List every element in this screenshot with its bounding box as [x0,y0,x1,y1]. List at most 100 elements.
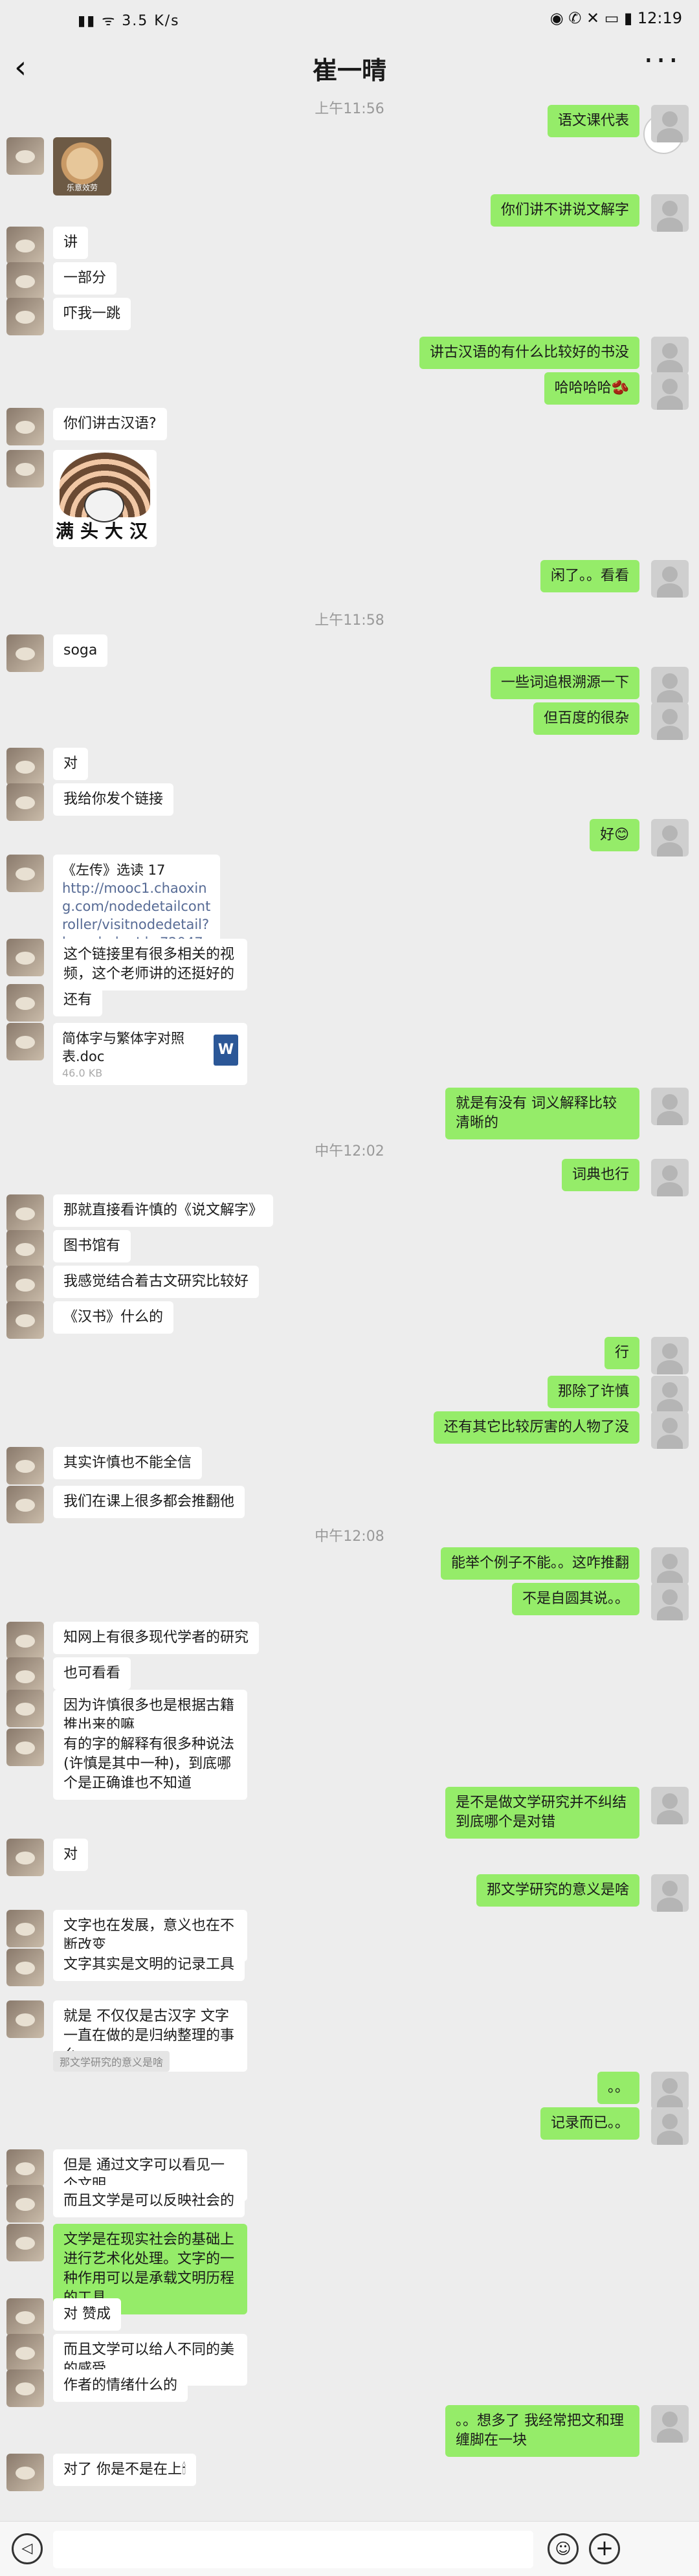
contact-avatar[interactable] [6,1949,44,1986]
contact-avatar[interactable] [6,1447,44,1484]
contact-avatar[interactable] [6,1230,44,1268]
more-dots-icon[interactable]: ··· [643,43,681,79]
contact-avatar[interactable] [6,1690,44,1727]
message-bubble[interactable]: 我感觉结合着古文研究比较好 [53,1266,260,1298]
contact-avatar[interactable] [6,1301,44,1339]
message-bubble[interactable]: 图书馆有 [53,1230,131,1262]
message-bubble[interactable]: 那除了许慎 [547,1376,639,1408]
message-bubble[interactable]: 一部分 [53,262,117,295]
message-bubble[interactable]: 还有 [53,984,103,1016]
contact-avatar[interactable] [6,1023,44,1060]
contact-avatar[interactable] [6,1486,44,1523]
message-bubble[interactable]: 知网上有很多现代学者的研究 [53,1622,260,1654]
message-bubble[interactable]: 那就直接看许慎的《说文解字》 [53,1194,274,1227]
message-bubble[interactable]: 。。 [597,2072,639,2104]
emoji-icon[interactable]: ☺ [548,2533,579,2564]
contact-avatar[interactable] [6,227,44,264]
message-bubble[interactable]: 语文课代表 [547,105,639,137]
message-bubble[interactable]: 是不是做文学研究并不纠结到底哪个是对错 [445,1787,639,1839]
message-bubble[interactable]: 对 赞成 [53,2298,121,2331]
my-avatar[interactable] [651,194,689,232]
my-avatar[interactable] [651,1159,689,1196]
my-avatar[interactable] [651,105,689,142]
sticker-image[interactable]: 满头大汉 [53,450,157,547]
contact-avatar[interactable] [6,298,44,335]
message-bubble[interactable]: 。。想多了 我经常把文和理缠脚在一块 [445,2405,639,2457]
message-bubble[interactable]: 就是有没有 词义解释比较清晰的 [445,1088,639,1139]
contact-avatar[interactable] [6,2369,44,2407]
my-avatar[interactable] [651,372,689,410]
contact-avatar[interactable] [6,2454,44,2491]
message-bubble[interactable]: 还有其它比较厉害的人物了没 [433,1411,639,1444]
my-avatar[interactable] [651,1337,689,1374]
my-avatar[interactable] [651,1376,689,1413]
contact-avatar[interactable] [6,1622,44,1659]
my-avatar[interactable] [651,2107,689,2145]
message-bubble[interactable]: 讲 [53,227,89,259]
message-bubble[interactable]: 你们讲古汉语? [53,408,167,440]
contact-avatar[interactable] [6,939,44,976]
message-bubble[interactable]: 也可看看 [53,1657,131,1690]
my-avatar[interactable] [651,1787,689,1824]
contact-avatar[interactable] [6,748,44,785]
my-avatar[interactable] [651,1411,689,1449]
my-avatar[interactable] [651,702,689,740]
contact-avatar[interactable] [6,2000,44,2038]
message-bubble[interactable]: 一些词追根溯源一下 [490,667,639,699]
contact-avatar[interactable] [6,450,44,487]
contact-avatar[interactable] [6,2334,44,2371]
message-bubble[interactable]: 那文学研究的意义是啥 [476,1874,639,1907]
contact-avatar[interactable] [6,2185,44,2223]
message-bubble[interactable]: 吓我一跳 [53,298,131,330]
message-bubble[interactable]: 哈哈哈哈🫘 [544,372,639,405]
message-bubble[interactable]: 对了 你是不是在上🕯 [53,2454,197,2486]
sticker-image[interactable]: 乐意效劳 [53,137,111,196]
message-bubble[interactable]: 这个链接里有很多相关的视频，这个老师讲的还挺好的 [53,939,247,991]
contact-avatar[interactable] [6,1266,44,1303]
message-bubble[interactable]: 好😊 [590,819,639,851]
my-avatar[interactable] [651,667,689,704]
message-bubble[interactable]: 我们在课上很多都会推翻他 [53,1486,245,1518]
message-bubble[interactable]: 能举个例子不能。。这咋推翻 [440,1547,639,1580]
my-avatar[interactable] [651,560,689,598]
message-bubble[interactable]: soga [53,634,108,667]
message-bubble[interactable]: 其实许慎也不能全信 [53,1447,203,1479]
quoted-message[interactable]: 那文学研究的意义是啥 [53,2051,170,2072]
contact-avatar[interactable] [6,1839,44,1876]
message-bubble[interactable]: 文字其实是文明的记录工具 [53,1949,245,1981]
my-avatar[interactable] [651,819,689,857]
message-bubble[interactable]: 闲了。。看看 [540,560,639,592]
contact-avatar[interactable] [6,855,44,892]
my-avatar[interactable] [651,1583,689,1620]
contact-avatar[interactable] [6,408,44,445]
contact-avatar[interactable] [6,783,44,821]
message-bubble[interactable]: 记录而已。。 [540,2107,639,2140]
message-bubble[interactable]: 讲古汉语的有什么比较好的书没 [419,337,639,369]
my-avatar[interactable] [651,1547,689,1585]
message-bubble[interactable]: 作者的情绪什么的 [53,2369,188,2402]
my-avatar[interactable] [651,1088,689,1125]
message-bubble[interactable]: 不是自圆其说。。 [511,1583,639,1615]
message-bubble[interactable]: 对 [53,1839,89,1871]
contact-avatar[interactable] [6,984,44,1022]
voice-icon[interactable]: ◁ [12,2533,43,2564]
my-avatar[interactable] [651,2405,689,2443]
message-bubble[interactable]: 有的字的解释有很多种说法(许慎是其中一种)，到底哪个是正确谁也不知道 [53,1729,247,1800]
contact-avatar[interactable] [6,634,44,672]
contact-avatar[interactable] [6,137,44,175]
contact-avatar[interactable] [6,2298,44,2336]
message-bubble[interactable]: 但百度的很杂 [533,702,639,735]
message-bubble[interactable]: 词典也行 [561,1159,639,1191]
contact-avatar[interactable] [6,262,44,300]
contact-avatar[interactable] [6,1194,44,1232]
message-bubble[interactable]: 我给你发个链接 [53,783,174,816]
my-avatar[interactable] [651,1874,689,1912]
contact-avatar[interactable] [6,2149,44,2187]
plus-icon[interactable]: + [589,2533,620,2564]
contact-avatar[interactable] [6,1729,44,1766]
my-avatar[interactable] [651,337,689,374]
file-card[interactable]: 简体字与繁体字对照表.doc 46.0 KB W [53,1023,247,1085]
message-input[interactable] [53,2531,533,2568]
contact-avatar[interactable] [6,1910,44,1947]
message-bubble[interactable]: 而且文学是可以反映社会的 [53,2185,245,2217]
